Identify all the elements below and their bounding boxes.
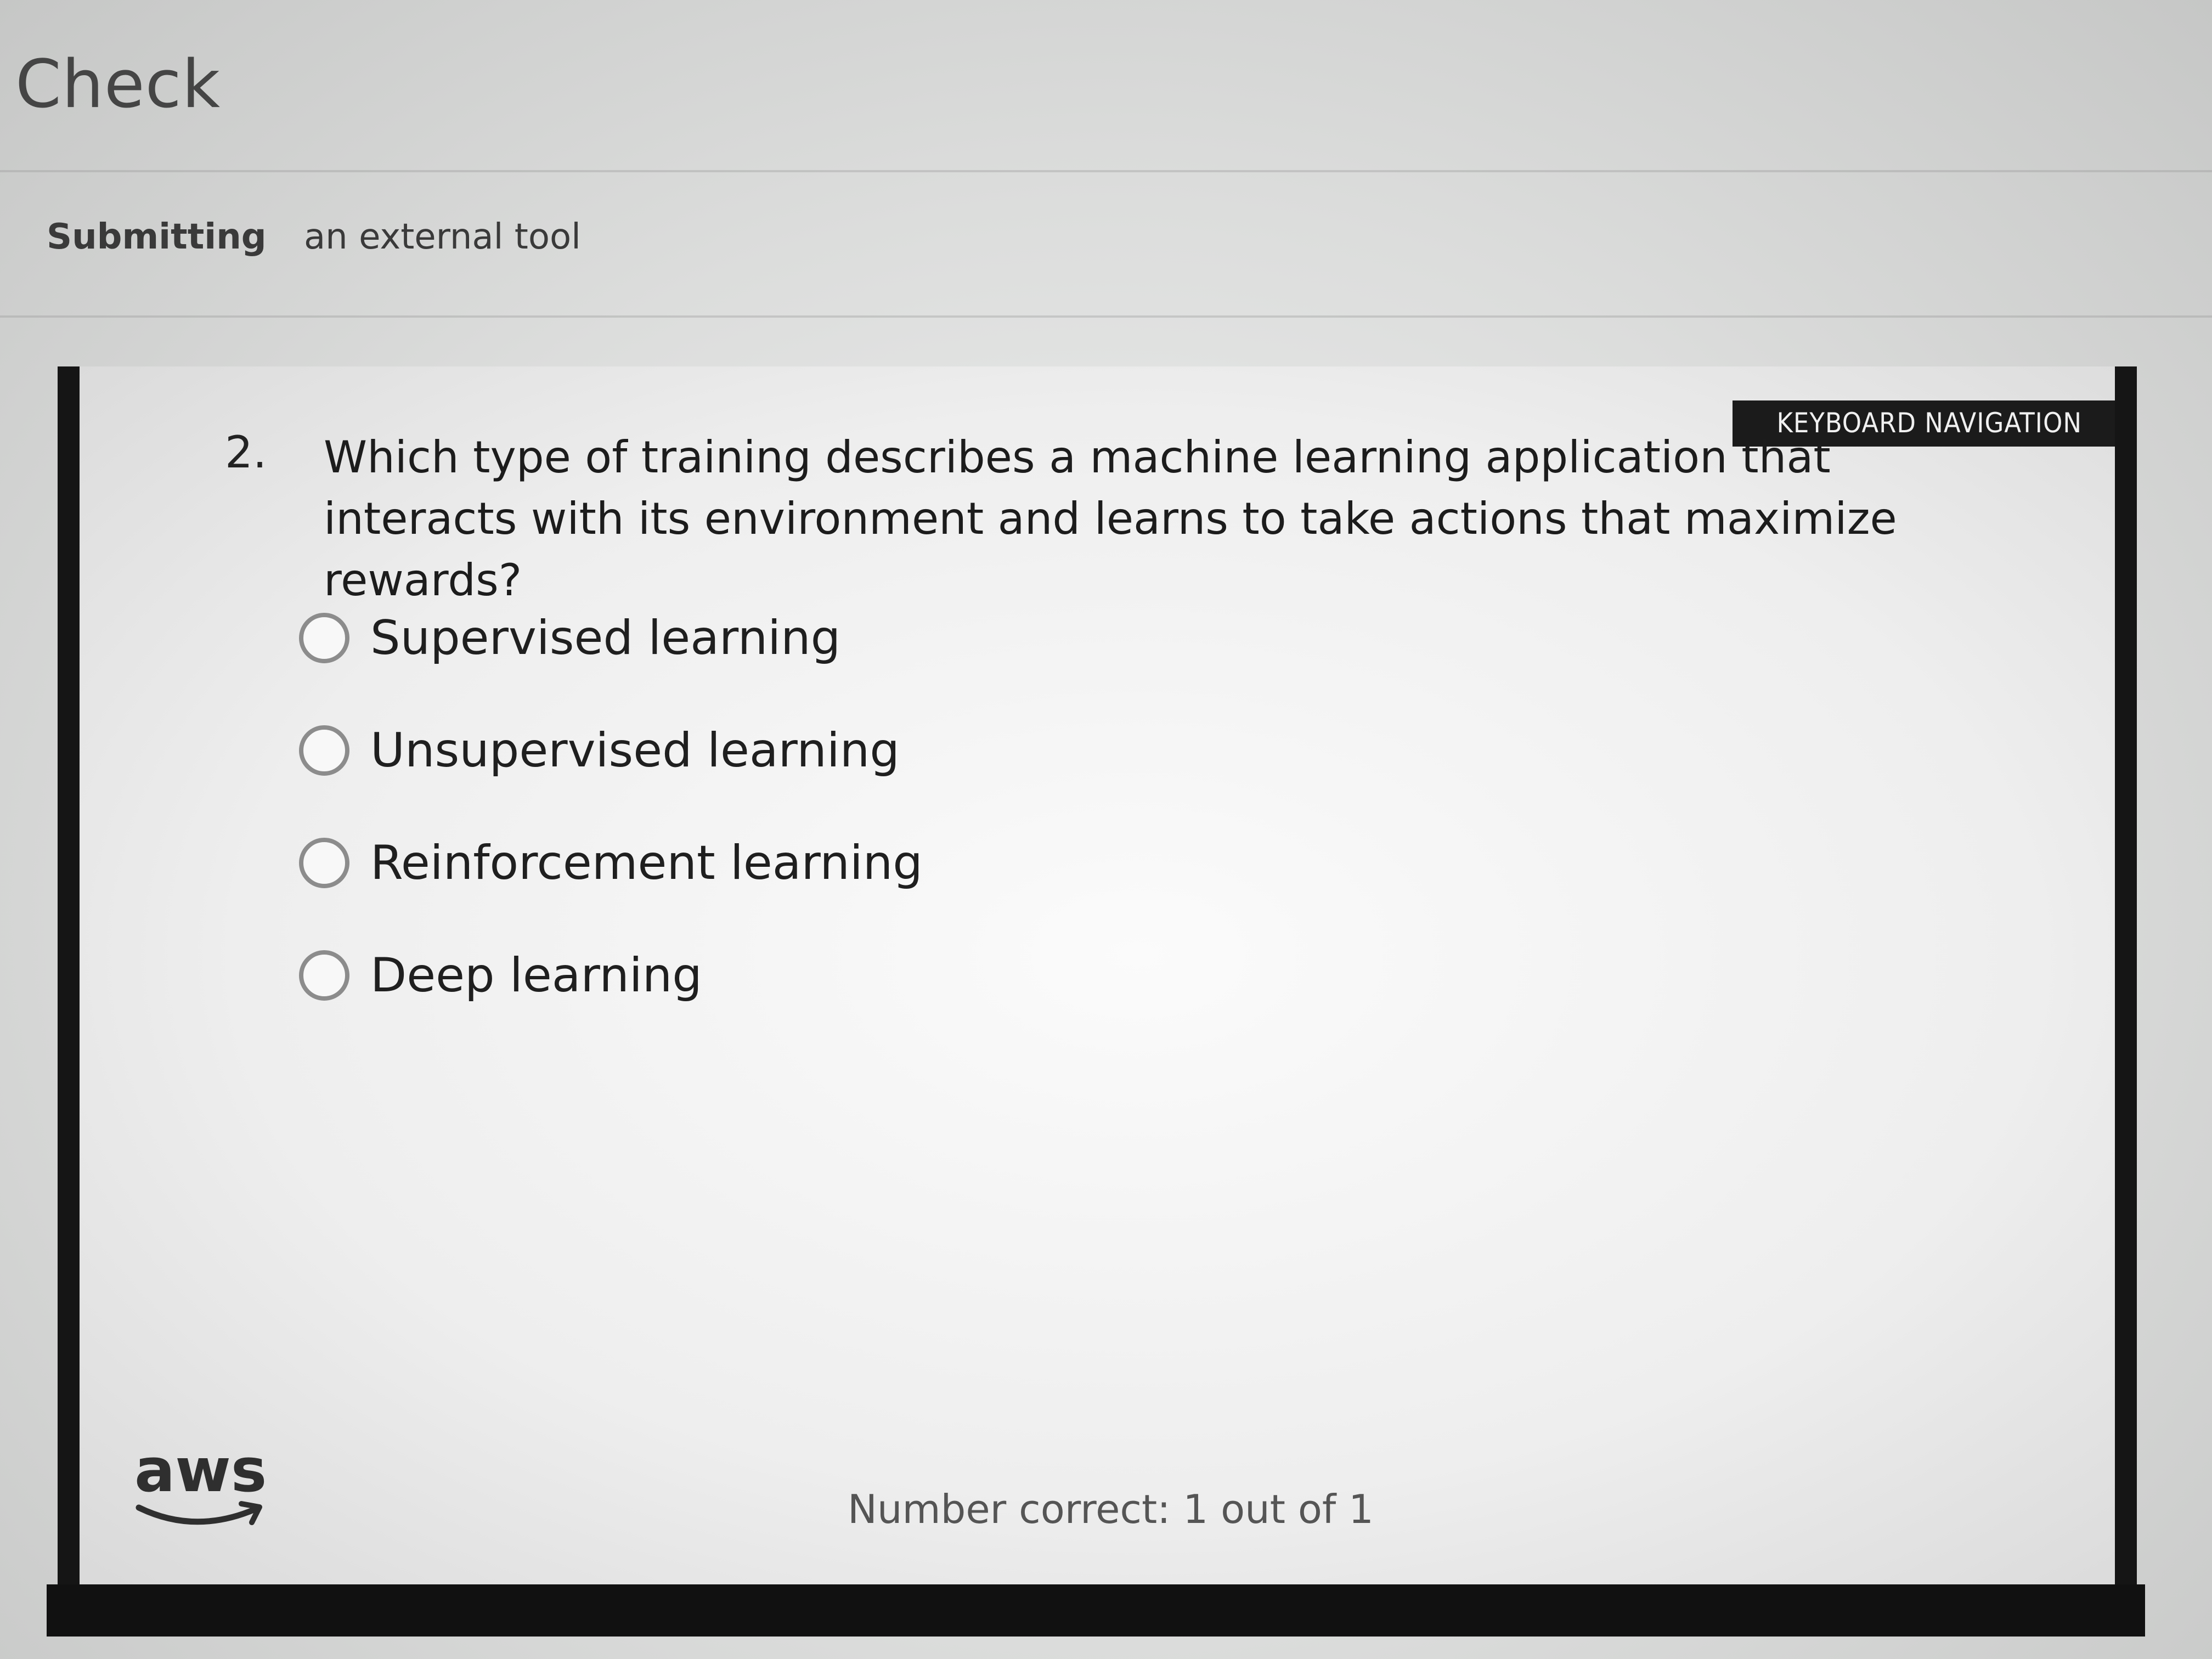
answer-options: Supervised learning Unsupervised learnin… xyxy=(299,597,923,1047)
question-text: Which type of training describes a machi… xyxy=(324,432,1897,606)
option-label: Supervised learning xyxy=(370,611,841,665)
submitting-label: Submitting xyxy=(47,217,267,257)
score-text: Number correct: 1 out of 1 xyxy=(848,1486,1374,1532)
aws-logo-icon: aws xyxy=(134,1439,267,1525)
option-label: Reinforcement learning xyxy=(370,836,923,890)
radio-button[interactable] xyxy=(299,725,349,776)
page-title: Check xyxy=(15,47,221,123)
option-supervised-learning[interactable]: Supervised learning xyxy=(299,597,923,679)
submission-info: Submitting an external tool xyxy=(47,217,581,257)
radio-button[interactable] xyxy=(299,838,349,888)
radio-button[interactable] xyxy=(299,613,349,663)
quiz-frame: KEYBOARD NAVIGATION 2. Which type of tra… xyxy=(47,366,2145,1637)
radio-button[interactable] xyxy=(299,950,349,1001)
submitting-value: an external tool xyxy=(303,217,581,257)
question: 2. Which type of training describes a ma… xyxy=(225,427,1980,611)
option-label: Deep learning xyxy=(370,948,702,1003)
option-reinforcement-learning[interactable]: Reinforcement learning xyxy=(299,822,923,904)
question-number: 2. xyxy=(225,427,267,478)
quiz-panel: KEYBOARD NAVIGATION 2. Which type of tra… xyxy=(58,366,2137,1593)
option-deep-learning[interactable]: Deep learning xyxy=(299,934,923,1017)
section-divider xyxy=(0,315,2212,318)
option-unsupervised-learning[interactable]: Unsupervised learning xyxy=(299,709,923,792)
header-divider xyxy=(0,170,2212,172)
option-label: Unsupervised learning xyxy=(370,723,900,778)
aws-logo-text: aws xyxy=(134,1439,267,1505)
frame-bottom-bar xyxy=(47,1584,2145,1637)
